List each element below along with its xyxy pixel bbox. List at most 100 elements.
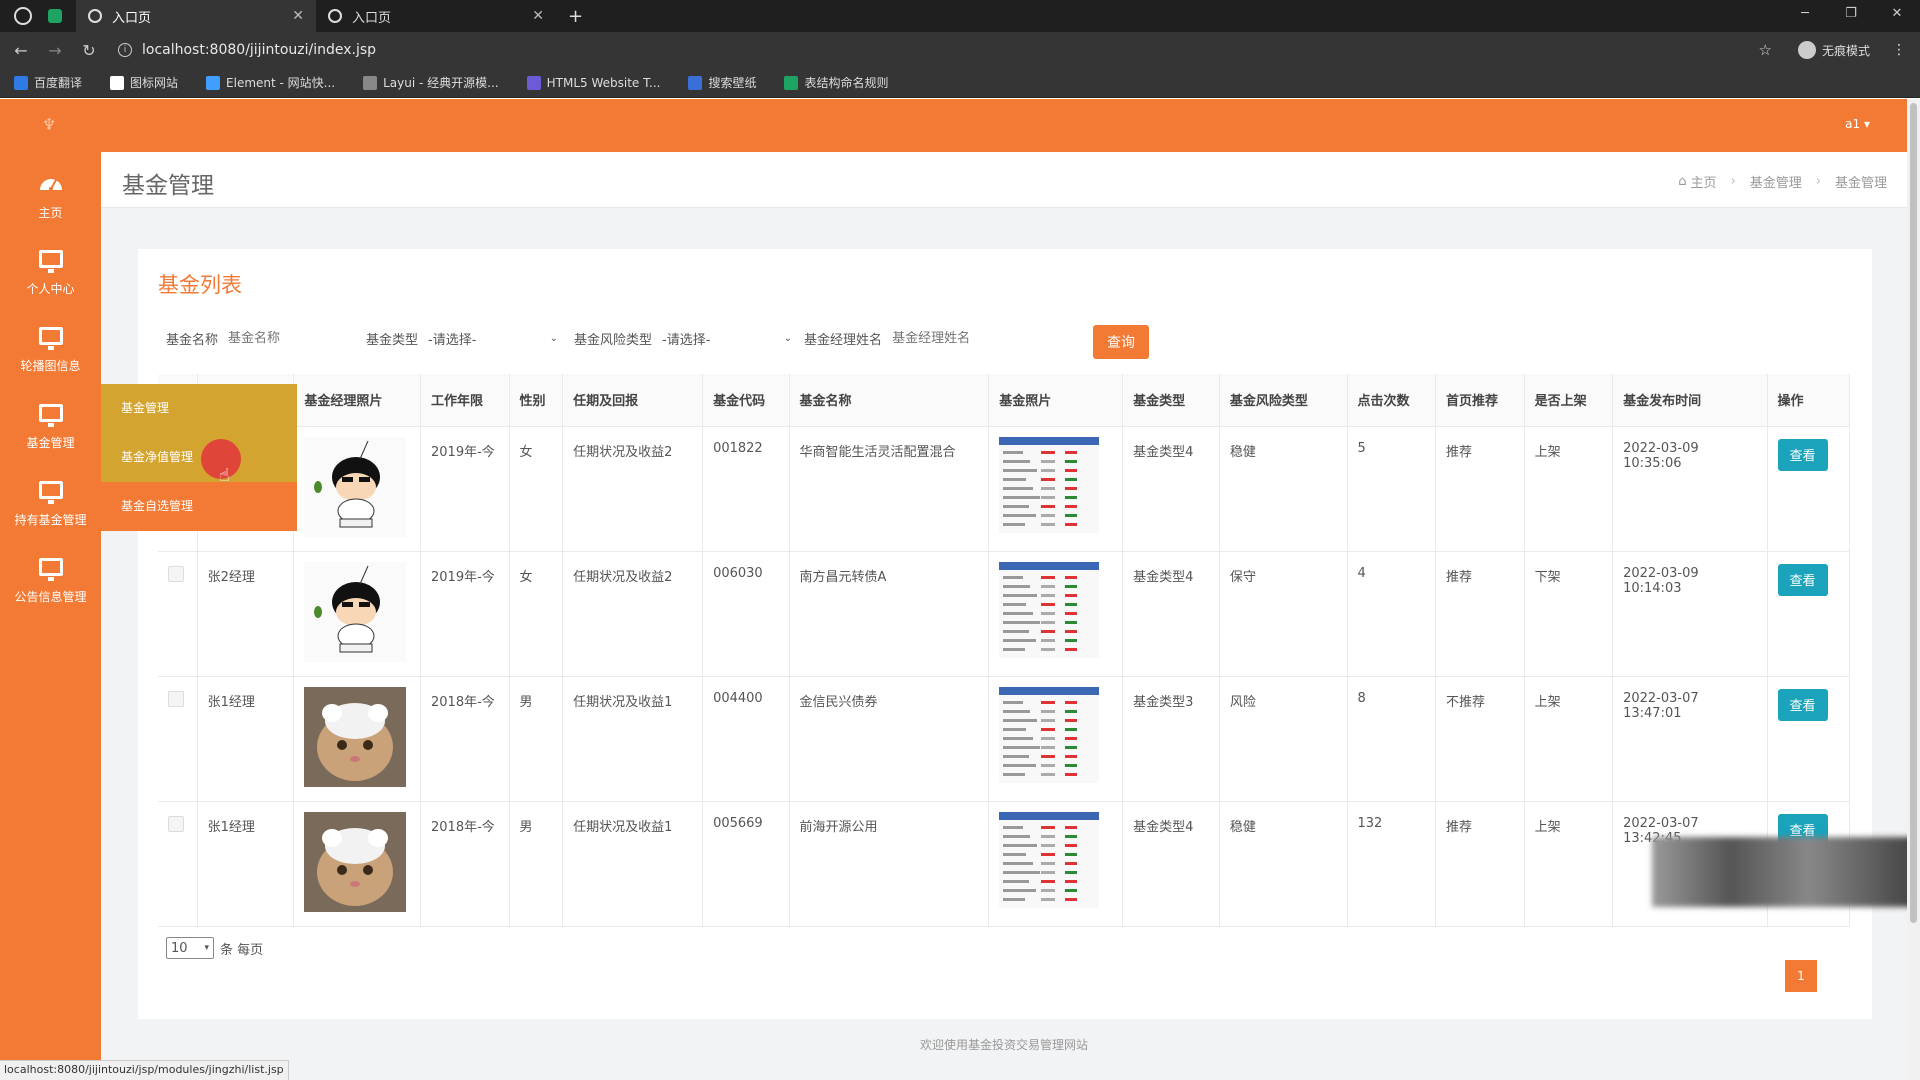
cell-gender: 女 [509, 551, 564, 677]
submenu-item[interactable]: 基金管理 [101, 384, 297, 433]
column-header: 工作年限 [420, 374, 510, 427]
cell-text: 4 [1357, 565, 1366, 581]
table-row: 张1经理 2018年-今 男 任期状况及收益1 005669 前海开源公用 基金类型4 稳健 1… [158, 801, 1851, 927]
bookmark-label: Layui - 经典开源模... [383, 76, 499, 90]
bookmark-item[interactable]: 图标网站 [110, 74, 178, 91]
view-button[interactable]: 查看 [1777, 563, 1828, 596]
breadcrumb-item[interactable]: 基金管理 [1750, 172, 1802, 191]
minimize-icon[interactable]: ─ [1782, 0, 1828, 32]
sidebar-item[interactable]: 基金管理 [0, 389, 101, 466]
restore-icon[interactable]: ❐ [1828, 0, 1874, 32]
globe-icon [88, 9, 102, 23]
reload-icon[interactable]: ↻ [74, 41, 104, 60]
page-header: 基金管理 ⌂ 主页 › 基金管理 › 基金管理 [101, 152, 1907, 208]
column-header: 基金风险类型 [1219, 374, 1348, 427]
close-icon[interactable]: ✕ [292, 8, 304, 24]
user-menu[interactable]: a1 ▾ [1845, 117, 1870, 131]
fund-name-input[interactable] [228, 330, 349, 346]
tab-2[interactable]: 入口页 ✕ [316, 0, 556, 32]
blurred-overlay [1652, 837, 1914, 907]
page-size-select[interactable]: 10 ▾ [166, 937, 214, 959]
tab-1[interactable]: 入口页 ✕ [76, 0, 316, 32]
cell-text: 华商智能生活灵活配置混合 [799, 444, 956, 460]
breadcrumb-separator: › [1815, 174, 1821, 189]
close-icon[interactable]: ✕ [532, 8, 544, 24]
incognito-indicator[interactable]: 无痕模式 [1797, 41, 1870, 59]
cell-text: 前海开源公用 [799, 819, 878, 835]
info-icon[interactable]: i [118, 43, 132, 57]
close-window-icon[interactable]: ✕ [1874, 0, 1920, 32]
app-icon[interactable] [48, 9, 62, 23]
bookmark-item[interactable]: 百度翻译 [14, 74, 82, 91]
cell-text: 男 [519, 694, 533, 710]
cell-risk: 稳健 [1219, 801, 1348, 927]
cell-gender: 男 [509, 801, 564, 927]
cell-action: 查看 [1767, 426, 1851, 552]
column-header: 基金代码 [702, 374, 790, 427]
sidebar-item[interactable]: 公告信息管理 [0, 543, 101, 620]
column-header: 首页推荐 [1435, 374, 1525, 427]
cell-text: 任期状况及收益1 [573, 819, 673, 835]
cell-code: 004400 [702, 676, 790, 802]
cell-text: 男 [519, 819, 533, 835]
column-header: 性别 [509, 374, 564, 427]
column-header: 点击次数 [1347, 374, 1437, 427]
manager-photo [304, 811, 407, 912]
row-checkbox[interactable] [168, 815, 184, 832]
cell-name: 前海开源公用 [789, 801, 990, 927]
cell-text: 推荐 [1446, 444, 1473, 460]
bookmark-item[interactable]: Layui - 经典开源模... [363, 74, 499, 91]
sidebar-item-label: 主页 [38, 206, 63, 220]
view-button[interactable]: 查看 [1777, 688, 1828, 721]
search-form: 基金名称 基金类型 -请选择- ⌄ 基金风险类型 -请选择- ⌄ 基金经理姓名 … [166, 321, 1866, 359]
table-row: 张2经理 2019年-今 女 任期状况及收益2 006030 南方昌元转债A 基金类型4 保守… [158, 551, 1851, 677]
new-tab-icon[interactable]: + [568, 6, 583, 27]
bookmarks-bar: 百度翻译 图标网站 Element - 网站快... Layui - 经典开源模...… [0, 68, 1920, 98]
bookmark-item[interactable]: HTML5 Website T... [526, 75, 660, 90]
row-checkbox[interactable] [168, 690, 184, 707]
forward-icon[interactable]: → [40, 41, 70, 60]
pagination-current[interactable]: 1 [1785, 960, 1817, 992]
submenu-item[interactable]: 基金净值管理 ☝ [101, 433, 297, 486]
cell-text: 金信民兴债券 [799, 694, 878, 710]
cell-code: 006030 [702, 551, 790, 677]
cell-type: 基金类型4 [1122, 801, 1220, 927]
view-button[interactable]: 查看 [1777, 438, 1828, 471]
cell-tenure: 任期状况及收益1 [562, 676, 704, 802]
submenu-item[interactable]: 基金自选管理 [101, 482, 297, 531]
breadcrumb-home[interactable]: 主页 [1691, 172, 1717, 191]
sidebar-item[interactable]: 轮播图信息 [0, 312, 101, 389]
manager-photo [304, 436, 407, 537]
home-icon: ⌂ [1678, 174, 1687, 189]
scrollbar[interactable] [1907, 99, 1920, 1080]
scrollbar-thumb[interactable] [1910, 103, 1917, 923]
query-button[interactable]: 查询 [1093, 325, 1149, 359]
cell-text: 上架 [1534, 444, 1561, 460]
risk-type-select[interactable]: -请选择- ⌄ [662, 325, 792, 351]
sidebar-item[interactable]: 主页 [0, 158, 101, 235]
sidebar-item[interactable]: 持有基金管理 [0, 466, 101, 543]
manager-name-input[interactable] [892, 330, 1013, 346]
sidebar-item[interactable]: 个人中心 [0, 235, 101, 312]
url-field[interactable]: i localhost:8080/jijintouzi/index.jsp [118, 42, 376, 58]
cell-clicks: 4 [1347, 551, 1437, 677]
chevron-down-icon: ⌄ [549, 332, 559, 344]
more-icon[interactable]: ⋮ [1892, 42, 1906, 58]
star-icon[interactable]: ☆ [1759, 41, 1772, 59]
cell-name: 南方昌元转债A [789, 551, 990, 677]
cell-text: 005669 [713, 815, 763, 831]
row-checkbox[interactable] [168, 565, 184, 582]
column-header: 基金照片 [988, 374, 1124, 427]
fund-type-select[interactable]: -请选择- ⌄ [428, 325, 558, 351]
back-icon[interactable]: ← [6, 41, 36, 60]
cell-fundimg [988, 426, 1124, 552]
bookmark-item[interactable]: Element - 网站快... [206, 74, 335, 91]
cell-text: 任期状况及收益1 [573, 694, 673, 710]
monitor-icon [38, 327, 63, 350]
bookmark-item[interactable]: 表结构命名规则 [784, 74, 888, 91]
cell-text: 稳健 [1229, 444, 1256, 460]
fund-type-label: 基金类型 [366, 332, 419, 348]
bookmark-item[interactable]: 搜索壁纸 [688, 74, 756, 91]
browser-menu-icon[interactable] [14, 7, 32, 25]
cell-type: 基金类型4 [1122, 551, 1220, 677]
